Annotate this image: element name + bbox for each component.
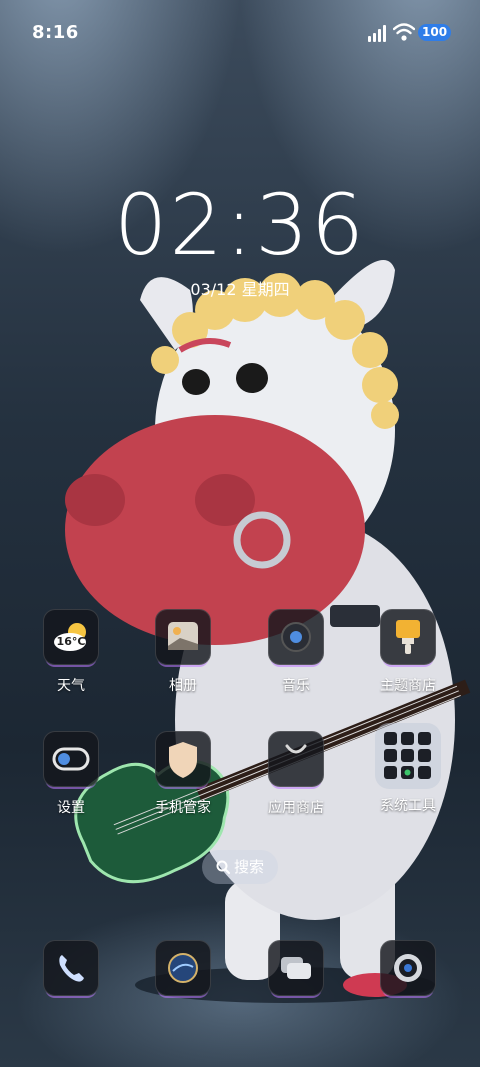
big-clock: 02:36 xyxy=(113,176,367,274)
app-music[interactable]: 音乐 xyxy=(246,609,346,695)
app-store-bag-icon xyxy=(268,731,324,787)
app-label-weather: 天气 xyxy=(57,678,85,694)
app-app-store[interactable]: 应用商店 xyxy=(246,731,346,817)
app-label-gallery: 相册 xyxy=(169,678,197,694)
dock-messages[interactable] xyxy=(246,940,346,996)
app-gallery[interactable]: 相册 xyxy=(133,609,233,695)
search-label: 搜索 xyxy=(233,858,264,876)
weather-temperature: 16°C xyxy=(56,635,86,648)
wallpaper-illustration xyxy=(65,260,471,1003)
dock-browser[interactable] xyxy=(133,940,233,996)
weather-icon: 16°C xyxy=(43,609,99,665)
browser-globe-icon xyxy=(155,940,211,996)
app-phone-manager[interactable]: 手机管家 xyxy=(133,731,233,817)
phone-manager-shield-icon xyxy=(155,731,211,787)
app-theme-store[interactable]: 主题商店 xyxy=(358,609,458,695)
camera-icon xyxy=(380,940,436,996)
dock-camera[interactable] xyxy=(358,940,458,996)
dock-phone[interactable] xyxy=(21,940,121,996)
signal-strength-icon xyxy=(368,24,390,42)
app-label-phone-manager: 手机管家 xyxy=(155,800,211,816)
search-icon xyxy=(216,860,230,874)
music-icon xyxy=(268,609,324,665)
status-time: 8:16 xyxy=(32,22,79,43)
app-label-system-tools: 系统工具 xyxy=(380,798,436,814)
app-system-tools-folder[interactable]: 系统工具 xyxy=(358,723,458,815)
app-label-settings: 设置 xyxy=(57,800,85,816)
status-bar: 8:16 100 xyxy=(0,0,480,68)
wifi-icon xyxy=(393,23,415,41)
theme-store-icon xyxy=(380,609,436,665)
settings-toggle-icon xyxy=(43,731,99,787)
gallery-icon xyxy=(155,609,211,665)
system-tools-folder-icon xyxy=(375,723,441,789)
messages-icon xyxy=(268,940,324,996)
app-settings[interactable]: 设置 xyxy=(21,731,121,817)
app-label-theme-store: 主题商店 xyxy=(380,678,436,694)
phone-icon xyxy=(43,940,99,996)
app-label-app-store: 应用商店 xyxy=(268,800,324,816)
battery-indicator: 100 xyxy=(418,24,452,41)
date-text: 03/12 星期四 xyxy=(190,280,290,299)
app-weather[interactable]: 16°C 天气 xyxy=(21,609,121,695)
search-button[interactable]: 搜索 xyxy=(202,850,278,884)
app-label-music: 音乐 xyxy=(282,678,310,694)
